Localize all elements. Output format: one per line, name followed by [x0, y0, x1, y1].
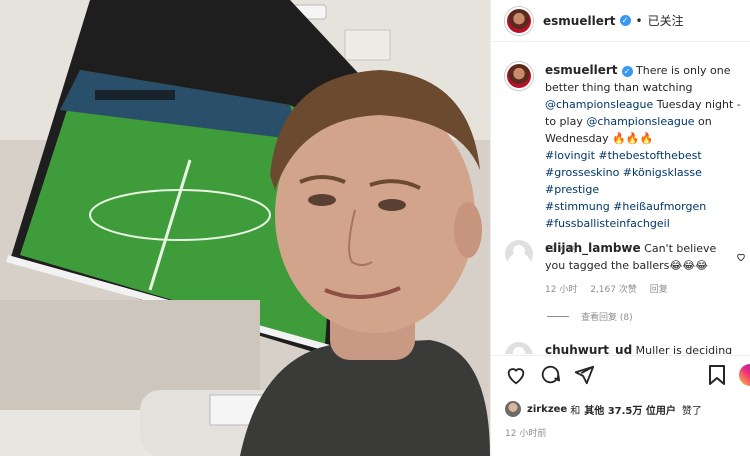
liker-username[interactable]: zirkzee [527, 404, 567, 415]
post-caption: esmuellert ✓ There is only one better thi… [505, 62, 745, 259]
next-comment-avatar[interactable] [505, 342, 533, 354]
post-actions: zirkzee 和 其他 37.5万 位用户 赞了 12 小时前 [491, 355, 750, 456]
mention-link-2[interactable]: @championsleague [586, 115, 694, 128]
post-photo-illustration [0, 0, 490, 456]
hashtag-line-2[interactable]: #grosseskino #königsklasse #prestige [545, 166, 702, 196]
heart-icon[interactable] [505, 364, 527, 386]
verified-icon: ✓ [619, 15, 631, 26]
liker-avatar[interactable] [505, 401, 521, 417]
comment-avatar[interactable] [505, 240, 533, 268]
next-comment-partial: chuhwurt_ud Muller is deciding [505, 340, 745, 354]
caption-text: esmuellert ✓ There is only one better thi… [545, 62, 745, 259]
caption-verified-icon: ✓ [621, 65, 633, 77]
hashtag-line-1[interactable]: #lovingit #thebestofthebest [545, 149, 702, 162]
next-comment-content: chuhwurt_ud Muller is deciding [545, 343, 732, 354]
author-avatar[interactable] [505, 6, 533, 35]
follow-status-button[interactable]: 已关注 [648, 12, 684, 29]
caption-author-avatar[interactable] [505, 62, 533, 90]
bookmark-icon [709, 365, 725, 385]
view-replies-label: 查看回复 (8) [581, 313, 633, 323]
caption-author-username[interactable]: esmuellert [545, 63, 618, 77]
mention-link-1[interactable]: @championsleague [545, 98, 653, 111]
save-button[interactable] [707, 364, 727, 386]
next-comment-text: Muller is deciding [635, 344, 733, 354]
post-photo[interactable] [0, 0, 490, 456]
view-replies-button[interactable]: 查看回复 (8) [547, 310, 633, 323]
likes-summary: zirkzee 和 其他 37.5万 位用户 赞了 [505, 401, 702, 417]
comment-reply-button[interactable]: 回复 [650, 285, 668, 295]
comment-username[interactable]: elijah_lambwe [545, 241, 641, 255]
likes-suffix: 赞了 [681, 405, 702, 417]
other-likers-link[interactable]: 其他 37.5万 位用户 [584, 402, 676, 417]
comment-timestamp[interactable]: 12 小时 [545, 285, 577, 295]
share-icon[interactable] [573, 364, 595, 386]
replies-divider [547, 316, 569, 317]
post-header: esmuellert ✓ • 已关注 [491, 0, 750, 42]
next-comment-username[interactable]: chuhwurt_ud [545, 343, 632, 354]
comment-like-count[interactable]: 2,167 次赞 [590, 285, 637, 295]
header-separator: • [635, 13, 643, 28]
comment-body: elijah_lambwe Can't believe you tagged t… [545, 240, 735, 299]
action-icons [505, 364, 595, 386]
comment-meta: 12 小时 2,167 次赞 回复 [545, 282, 735, 299]
hashtag-line-3[interactable]: #stimmung #heißaufmorgen [545, 200, 706, 213]
comment-item: elijah_lambwe Can't believe you tagged t… [505, 240, 745, 299]
author-username[interactable]: esmuellert [543, 14, 616, 28]
hashtag-line-4[interactable]: #fussballisteinfachgeil [545, 217, 670, 230]
post-sidebar: esmuellert ✓ • 已关注 esmuellert ✓ There is … [490, 0, 750, 456]
scroll-badge-icon [739, 364, 750, 386]
instagram-post: esmuellert ✓ • 已关注 esmuellert ✓ There is … [0, 0, 750, 456]
likes-and: 和 [570, 405, 581, 417]
comment-heart-icon[interactable] [736, 252, 746, 262]
comment-icon[interactable] [539, 364, 561, 386]
post-timestamp[interactable]: 12 小时前 [505, 426, 546, 439]
